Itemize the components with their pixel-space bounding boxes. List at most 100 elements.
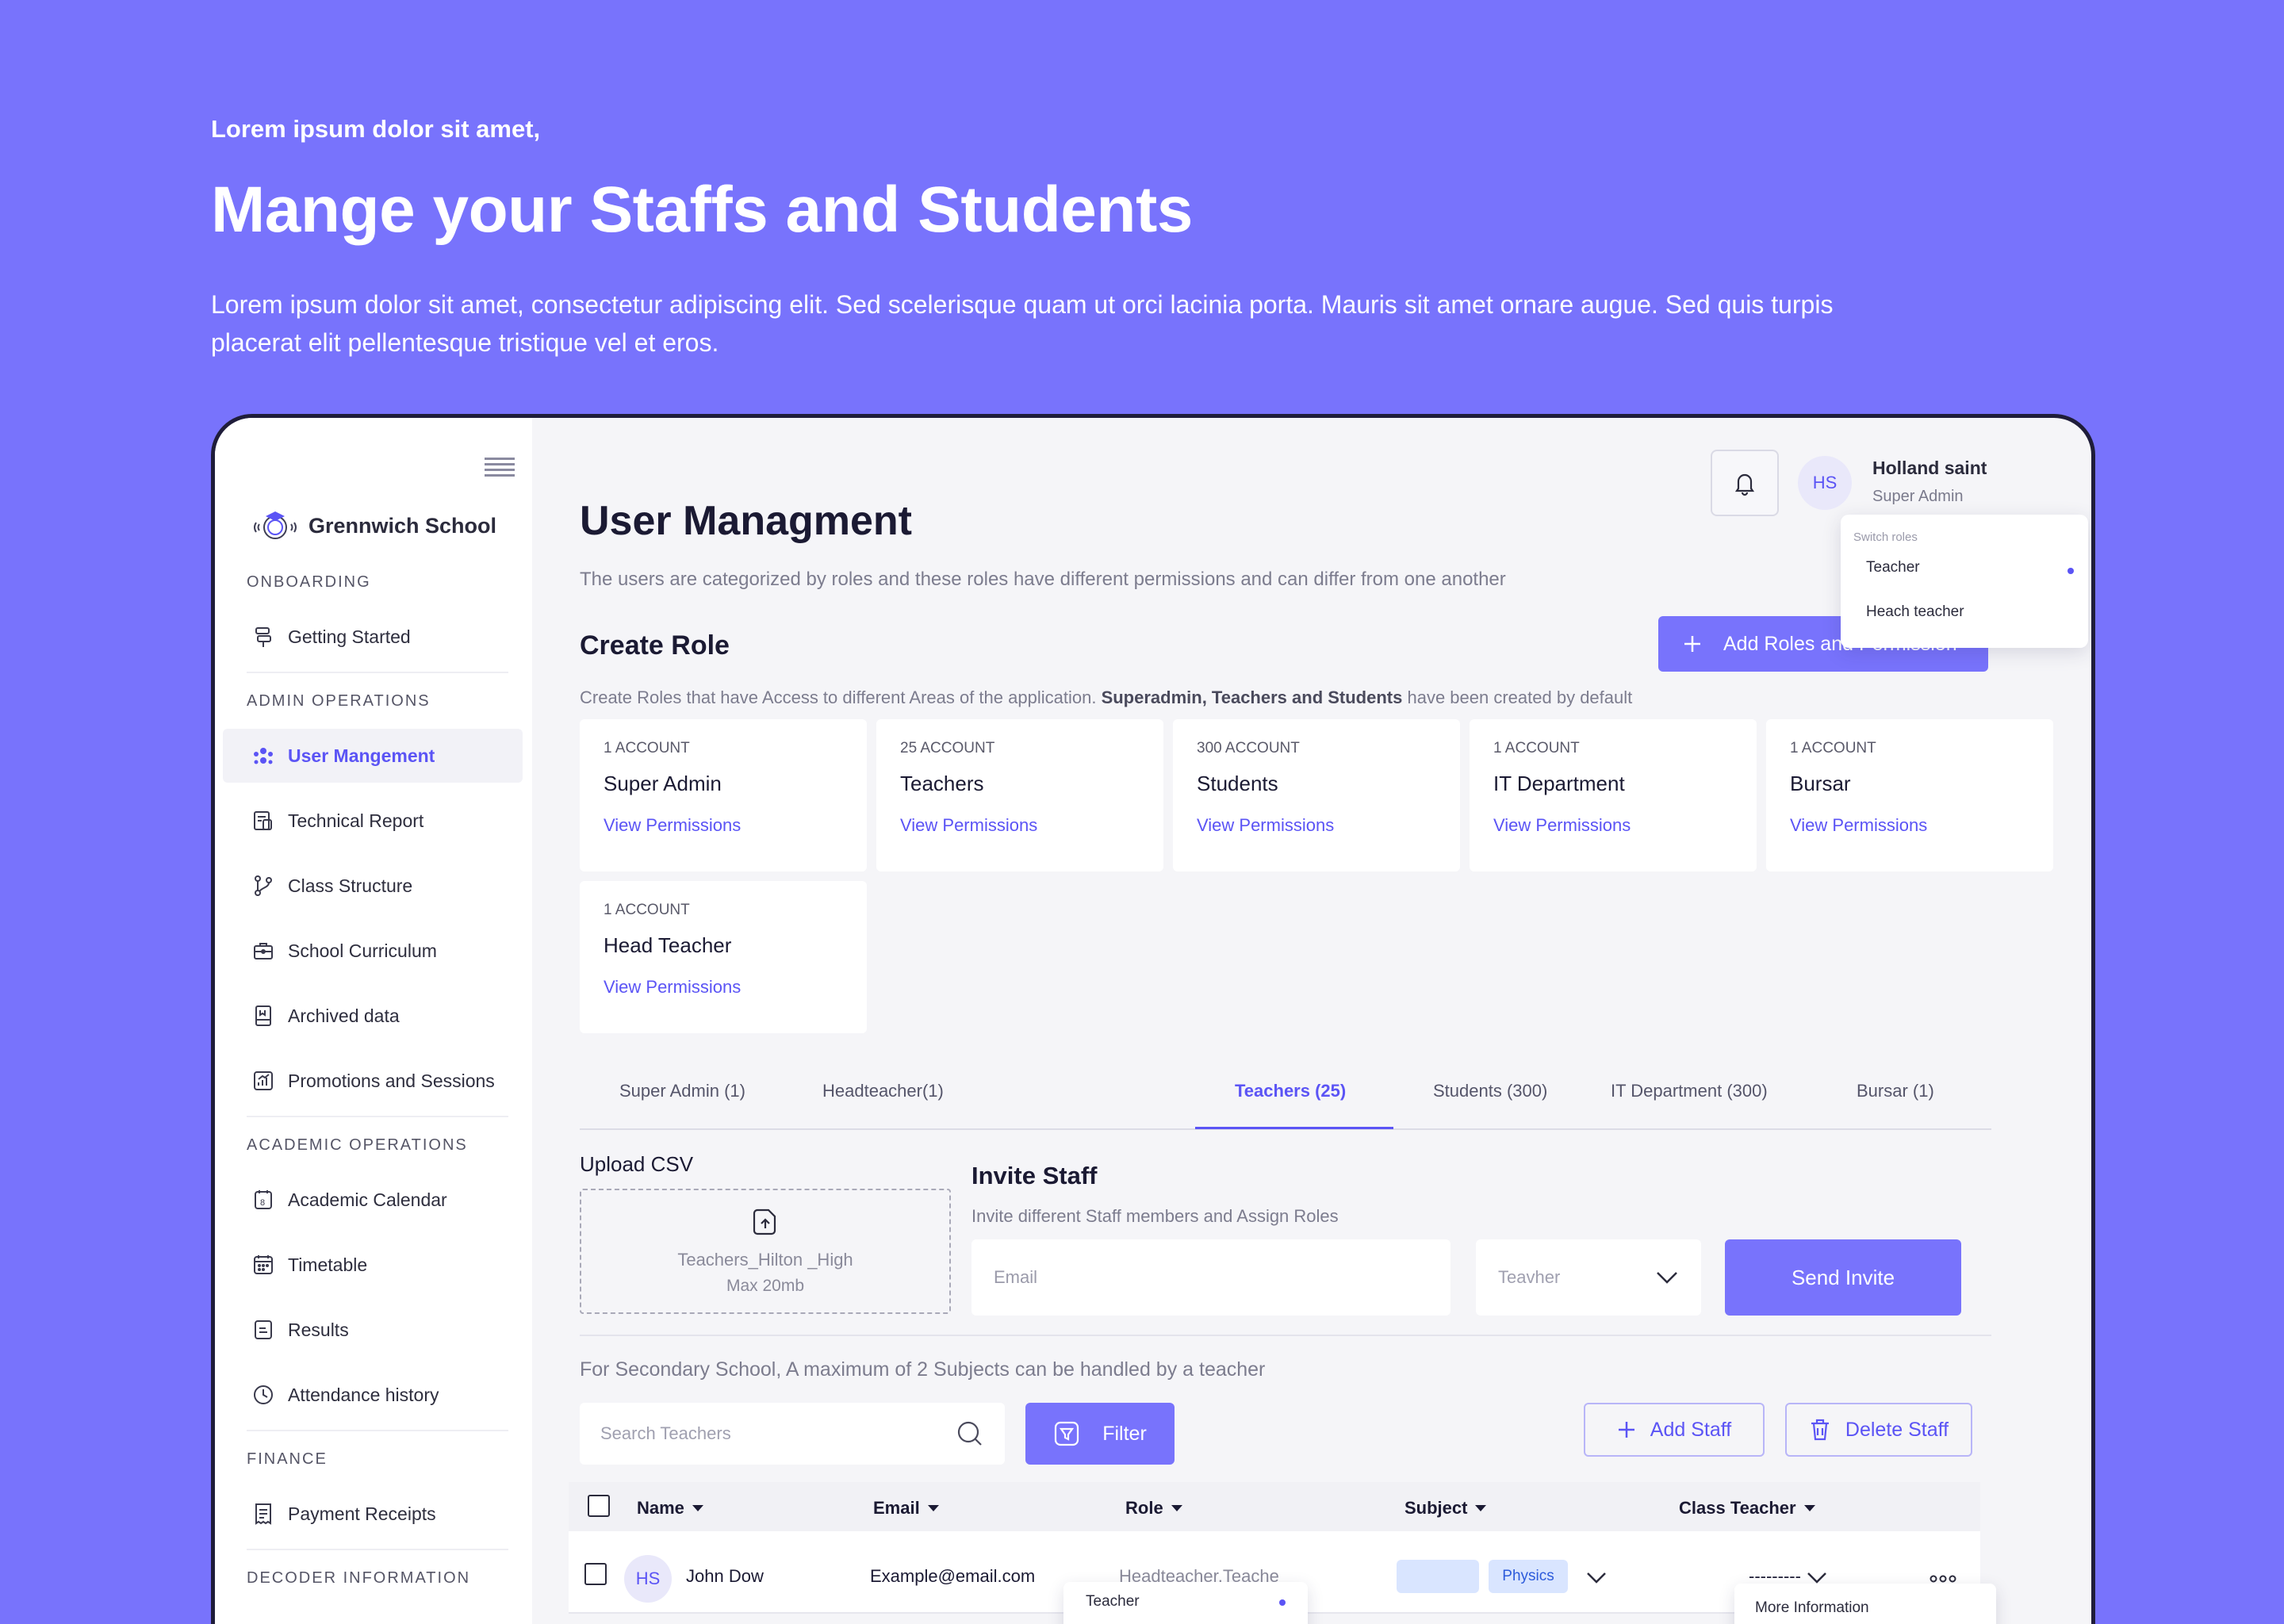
subject-tag[interactable] <box>1397 1560 1479 1593</box>
branch-icon <box>250 872 277 899</box>
sidebar-item-timetable[interactable]: Timetable <box>223 1238 523 1292</box>
add-staff-button[interactable]: Add Staff <box>1584 1403 1765 1457</box>
sidebar-item-label: Archived data <box>288 1005 400 1026</box>
filter-button[interactable]: Filter <box>1025 1403 1175 1465</box>
role-card-bursar[interactable]: 1 ACCOUNT Bursar View Permissions <box>1766 719 2053 871</box>
sidebar-item-label: Academic Calendar <box>288 1189 447 1210</box>
sidebar-item-promotions[interactable]: Promotions and Sessions <box>223 1054 523 1108</box>
filter-icon <box>1055 1421 1079 1446</box>
delete-staff-button[interactable]: Delete Staff <box>1785 1403 1972 1457</box>
sidebar-item-label: Promotions and Sessions <box>288 1070 495 1091</box>
sidebar-item-label: User Mangement <box>288 745 435 766</box>
role-card-head-teacher[interactable]: 1 ACCOUNT Head Teacher View Permissions <box>580 881 867 1033</box>
column-email[interactable]: Email <box>873 1498 939 1519</box>
brand-name: Grennwich School <box>308 513 497 538</box>
card-name: Super Admin <box>604 772 722 795</box>
role-select-value: Teavher <box>1498 1267 1561 1287</box>
column-name[interactable]: Name <box>637 1498 703 1519</box>
tab-headteacher[interactable]: Headteacher(1) <box>822 1081 944 1101</box>
row-name: John Dow <box>686 1566 764 1586</box>
view-permissions-link[interactable]: View Permissions <box>1790 815 2029 836</box>
bell-icon <box>1734 473 1755 496</box>
sidebar-item-payment-receipts[interactable]: Payment Receipts <box>223 1487 523 1541</box>
report-icon <box>250 807 277 834</box>
sidebar-item-results[interactable]: Results <box>223 1303 523 1357</box>
notifications-button[interactable] <box>1711 450 1779 516</box>
role-option-teacher[interactable]: Teacher <box>1866 559 1920 576</box>
menu-icon[interactable] <box>485 458 515 478</box>
signpost-icon <box>250 623 277 650</box>
column-subject[interactable]: Subject <box>1405 1498 1487 1519</box>
sidebar-item-class-structure[interactable]: Class Structure <box>223 859 523 913</box>
role-card-super-admin[interactable]: 1 ACCOUNT Super Admin View Permissions <box>580 719 867 871</box>
csv-dropzone[interactable]: Teachers_Hilton _High Max 20mb <box>580 1189 951 1314</box>
view-permissions-link[interactable]: View Permissions <box>1197 815 1436 836</box>
sidebar-divider <box>247 672 508 673</box>
sidebar-item-technical-report[interactable]: Technical Report <box>223 794 523 848</box>
section-finance: FINANCE <box>247 1450 328 1468</box>
timetable-icon <box>250 1251 277 1278</box>
selected-indicator-icon <box>2067 568 2074 574</box>
card-name: Bursar <box>1790 772 1851 795</box>
sidebar-item-archived-data[interactable]: Archived data <box>223 989 523 1043</box>
column-role[interactable]: Role <box>1125 1498 1182 1519</box>
section-divider <box>580 1335 1991 1336</box>
role-card-teachers[interactable]: 25 ACCOUNT Teachers View Permissions <box>876 719 1163 871</box>
plus-icon <box>1684 636 1700 652</box>
sidebar-item-getting-started[interactable]: Getting Started <box>223 610 523 664</box>
role-card-it-department[interactable]: 1 ACCOUNT IT Department View Permissions <box>1470 719 1757 871</box>
section-onboarding: ONBOARDING <box>247 573 371 591</box>
row-checkbox[interactable] <box>584 1563 607 1585</box>
user-name[interactable]: Holland saint <box>1872 458 1987 479</box>
section-admin-operations: ADMIN OPERATIONS <box>247 692 431 710</box>
avatar[interactable]: HS <box>1798 456 1852 510</box>
more-information-item[interactable]: More Information <box>1755 1599 1869 1617</box>
users-icon <box>250 742 277 769</box>
send-invite-button[interactable]: Send Invite <box>1725 1239 1961 1316</box>
tab-bursar[interactable]: Bursar (1) <box>1857 1081 1934 1101</box>
row-email: Example@email.com <box>870 1566 1036 1586</box>
role-select[interactable]: Teavher <box>1476 1239 1701 1316</box>
column-class-teacher[interactable]: Class Teacher <box>1679 1498 1815 1519</box>
sort-caret-icon <box>1171 1505 1182 1511</box>
subject-tag[interactable]: Physics <box>1489 1560 1568 1593</box>
card-name: Head Teacher <box>604 933 732 957</box>
trash-icon <box>1811 1419 1829 1441</box>
sidebar-item-label: Class Structure <box>288 875 413 896</box>
role-card-students[interactable]: 300 ACCOUNT Students View Permissions <box>1173 719 1460 871</box>
role-popup-option[interactable]: Teacher <box>1086 1593 1140 1611</box>
filter-label: Filter <box>1102 1422 1147 1445</box>
more-options-icon[interactable] <box>1930 1574 1956 1584</box>
tab-teachers[interactable]: Teachers (25) <box>1235 1081 1346 1101</box>
sidebar-item-attendance[interactable]: Attendance history <box>223 1368 523 1422</box>
document-icon <box>250 1316 277 1343</box>
view-permissions-link[interactable]: View Permissions <box>604 977 843 998</box>
table-header: Name Email Role Subject Class Teacher <box>569 1482 1980 1531</box>
search-teachers-input[interactable]: Search Teachers <box>580 1403 1005 1465</box>
view-permissions-link[interactable]: View Permissions <box>604 815 843 836</box>
tab-it-department[interactable]: IT Department (300) <box>1611 1081 1768 1101</box>
card-count: 1 ACCOUNT <box>604 902 690 918</box>
search-icon <box>957 1421 982 1446</box>
select-all-checkbox[interactable] <box>588 1495 610 1517</box>
chevron-down-icon[interactable] <box>1585 1571 1608 1585</box>
user-role: Super Admin <box>1872 488 1964 505</box>
receipt-icon <box>250 1500 277 1527</box>
page-subtitle: The users are categorized by roles and t… <box>580 569 1506 590</box>
plus-icon <box>1618 1422 1634 1438</box>
role-option-head-teacher[interactable]: Heach teacher <box>1866 603 1964 621</box>
tab-students[interactable]: Students (300) <box>1433 1081 1547 1101</box>
sidebar-item-user-management[interactable]: User Mangement <box>223 729 523 783</box>
school-logo-icon <box>254 511 297 539</box>
email-field[interactable] <box>971 1239 1450 1316</box>
card-count: 1 ACCOUNT <box>1790 740 1876 756</box>
hero-eyebrow: Lorem ipsum dolor sit amet, <box>211 115 541 143</box>
brand[interactable]: Grennwich School <box>248 504 496 548</box>
sidebar-item-school-curriculum[interactable]: School Curriculum <box>223 924 523 978</box>
main-content: HS Holland saint Super Admin User Managm… <box>532 418 2091 1624</box>
tab-super-admin[interactable]: Super Admin (1) <box>619 1081 745 1101</box>
view-permissions-link[interactable]: View Permissions <box>900 815 1140 836</box>
sidebar-item-academic-calendar[interactable]: 8 Academic Calendar <box>223 1173 523 1227</box>
sidebar-item-label: Attendance history <box>288 1384 439 1405</box>
view-permissions-link[interactable]: View Permissions <box>1493 815 1733 836</box>
